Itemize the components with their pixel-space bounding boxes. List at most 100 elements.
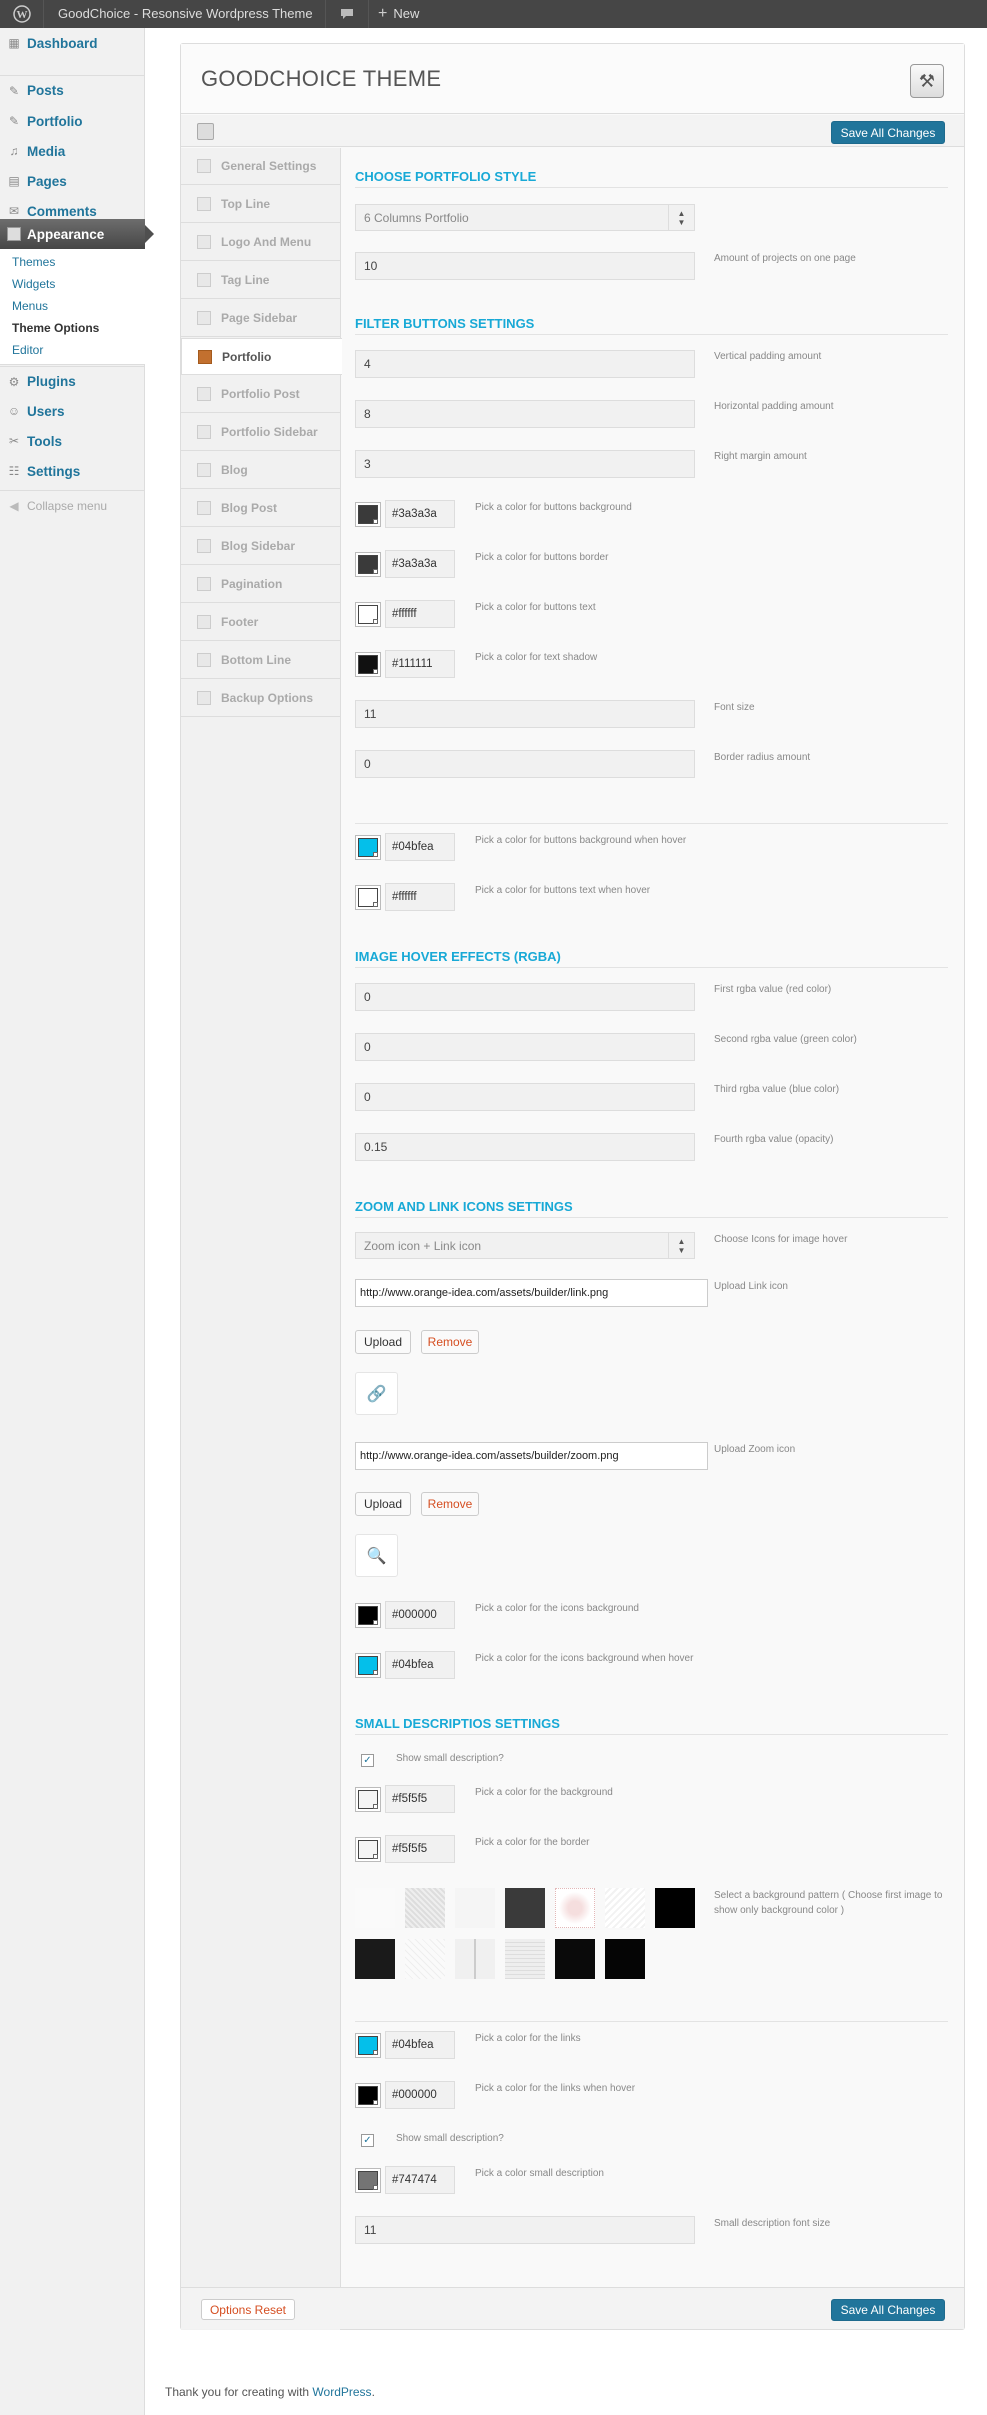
- color-hex-input[interactable]: #ffffff: [385, 883, 455, 911]
- pattern-option[interactable]: [355, 1939, 395, 1979]
- right-margin-input[interactable]: 3: [355, 450, 695, 478]
- rgba-red-input[interactable]: 0: [355, 983, 695, 1011]
- comments-icon[interactable]: [325, 0, 369, 28]
- sidebar-item-portfolio[interactable]: ✎ Portfolio: [0, 106, 145, 136]
- color-swatch[interactable]: [355, 652, 381, 677]
- collapse-menu-button[interactable]: ◀ Collapse menu: [0, 490, 145, 520]
- submenu-themes[interactable]: Themes: [12, 255, 55, 269]
- icons-hover-color-picker[interactable]: #04bfea: [355, 1651, 457, 1679]
- submenu-menus[interactable]: Menus: [12, 299, 48, 313]
- wordpress-link[interactable]: WordPress: [312, 2385, 371, 2399]
- pattern-option[interactable]: [455, 1939, 495, 1979]
- color-hex-input[interactable]: #04bfea: [385, 1651, 455, 1679]
- sidebar-item-media[interactable]: ♫ Media: [0, 136, 145, 166]
- sidebar-item-settings[interactable]: ☷ Settings: [0, 456, 145, 486]
- color-hex-input[interactable]: #04bfea: [385, 833, 455, 861]
- color-hex-input[interactable]: #3a3a3a: [385, 550, 455, 578]
- pattern-option[interactable]: [455, 1888, 495, 1928]
- pattern-option[interactable]: [405, 1939, 445, 1979]
- tab-portfolio[interactable]: Portfolio: [181, 338, 342, 375]
- sidebar-item-tools[interactable]: ✂ Tools: [0, 426, 145, 456]
- color-swatch[interactable]: [355, 1837, 381, 1862]
- submenu-widgets[interactable]: Widgets: [12, 277, 55, 291]
- icons-background-color-picker[interactable]: #000000: [355, 1601, 457, 1629]
- tab-pagination[interactable]: Pagination: [181, 566, 341, 603]
- tab-logo-and-menu[interactable]: Logo And Menu: [181, 224, 341, 261]
- buttons-border-color-picker[interactable]: #3a3a3a: [355, 550, 457, 578]
- color-hex-input[interactable]: #000000: [385, 1601, 455, 1629]
- tab-blog-post[interactable]: Blog Post: [181, 490, 341, 527]
- remove-zoom-icon-button[interactable]: Remove: [421, 1492, 479, 1516]
- tab-top-line[interactable]: Top Line: [181, 186, 341, 223]
- options-reset-button[interactable]: Options Reset: [201, 2299, 295, 2320]
- icons-select[interactable]: Zoom icon + Link icon ▲ ▼: [355, 1232, 695, 1259]
- pattern-option[interactable]: [555, 1939, 595, 1979]
- buttons-background-color-picker[interactable]: #3a3a3a: [355, 500, 457, 528]
- wordpress-logo-icon[interactable]: W: [0, 0, 44, 28]
- color-swatch[interactable]: [355, 2033, 381, 2058]
- tab-bottom-line[interactable]: Bottom Line: [181, 642, 341, 679]
- site-name-link[interactable]: GoodChoice - Resonsive Wordpress Theme: [58, 0, 313, 28]
- small-bg-color-picker[interactable]: #f5f5f5: [355, 1785, 457, 1813]
- show-small-description-checkbox-2[interactable]: ✓: [361, 2134, 374, 2147]
- tab-footer[interactable]: Footer: [181, 604, 341, 641]
- buttons-bg-hover-color-picker[interactable]: #04bfea: [355, 833, 457, 861]
- remove-link-icon-button[interactable]: Remove: [421, 1330, 479, 1354]
- upload-link-icon-button[interactable]: Upload: [355, 1330, 411, 1354]
- color-hex-input[interactable]: #111111: [385, 650, 455, 678]
- link-icon-url-input[interactable]: http://www.orange-idea.com/assets/builde…: [355, 1279, 708, 1307]
- horizontal-padding-input[interactable]: 8: [355, 400, 695, 428]
- buttons-text-color-picker[interactable]: #ffffff: [355, 600, 457, 628]
- text-shadow-color-picker[interactable]: #111111: [355, 650, 457, 678]
- tab-backup-options[interactable]: Backup Options: [181, 680, 341, 717]
- submenu-editor[interactable]: Editor: [12, 343, 43, 357]
- show-small-description-checkbox[interactable]: ✓: [361, 1754, 374, 1767]
- portfolio-style-select[interactable]: 6 Columns Portfolio ▲ ▼: [355, 204, 695, 231]
- rgba-green-input[interactable]: 0: [355, 1033, 695, 1061]
- small-description-color-picker[interactable]: #747474: [355, 2166, 457, 2194]
- sidebar-item-dashboard[interactable]: ▦ Dashboard: [0, 28, 145, 58]
- tab-general-settings[interactable]: General Settings: [181, 148, 341, 185]
- pattern-option[interactable]: [605, 1939, 645, 1979]
- color-hex-input[interactable]: #747474: [385, 2166, 455, 2194]
- color-hex-input[interactable]: #3a3a3a: [385, 500, 455, 528]
- color-hex-input[interactable]: #f5f5f5: [385, 1785, 455, 1813]
- pattern-option[interactable]: [505, 1939, 545, 1979]
- tab-portfolio-sidebar[interactable]: Portfolio Sidebar: [181, 414, 341, 451]
- upload-zoom-icon-button[interactable]: Upload: [355, 1492, 411, 1516]
- tab-blog[interactable]: Blog: [181, 452, 341, 489]
- pattern-option[interactable]: [555, 1888, 595, 1928]
- color-hex-input[interactable]: #f5f5f5: [385, 1835, 455, 1863]
- color-hex-input[interactable]: #ffffff: [385, 600, 455, 628]
- new-content-button[interactable]: + New: [378, 0, 419, 28]
- tab-tag-line[interactable]: Tag Line: [181, 262, 341, 299]
- color-swatch[interactable]: [355, 602, 381, 627]
- color-swatch[interactable]: [355, 2083, 381, 2108]
- projects-per-page-input[interactable]: 10: [355, 252, 695, 280]
- color-swatch[interactable]: [355, 1603, 381, 1628]
- color-swatch[interactable]: [355, 835, 381, 860]
- color-swatch[interactable]: [355, 552, 381, 577]
- color-swatch[interactable]: [355, 2168, 381, 2193]
- small-border-color-picker[interactable]: #f5f5f5: [355, 1835, 457, 1863]
- sidebar-item-pages[interactable]: ▤ Pages: [0, 166, 145, 196]
- vertical-padding-input[interactable]: 4: [355, 350, 695, 378]
- color-swatch[interactable]: [355, 1787, 381, 1812]
- pattern-option[interactable]: [605, 1888, 645, 1928]
- pattern-option[interactable]: [655, 1888, 695, 1928]
- sidebar-item-users[interactable]: ☺ Users: [0, 396, 145, 426]
- expand-icon[interactable]: [197, 123, 214, 140]
- buttons-text-hover-color-picker[interactable]: #ffffff: [355, 883, 457, 911]
- sidebar-item-plugins[interactable]: ⚙ Plugins: [0, 366, 145, 396]
- color-swatch[interactable]: [355, 885, 381, 910]
- font-size-input[interactable]: 11: [355, 700, 695, 728]
- links-hover-color-picker[interactable]: #000000: [355, 2081, 457, 2109]
- pattern-option[interactable]: [355, 1888, 395, 1928]
- zoom-icon-url-input[interactable]: http://www.orange-idea.com/assets/builde…: [355, 1442, 708, 1470]
- small-description-font-size-input[interactable]: 11: [355, 2216, 695, 2244]
- links-color-picker[interactable]: #04bfea: [355, 2031, 457, 2059]
- save-all-button-bottom[interactable]: Save All Changes: [831, 2299, 945, 2321]
- save-all-button-top[interactable]: Save All Changes: [831, 121, 945, 144]
- sidebar-item-appearance[interactable]: Appearance: [0, 219, 154, 249]
- rgba-blue-input[interactable]: 0: [355, 1083, 695, 1111]
